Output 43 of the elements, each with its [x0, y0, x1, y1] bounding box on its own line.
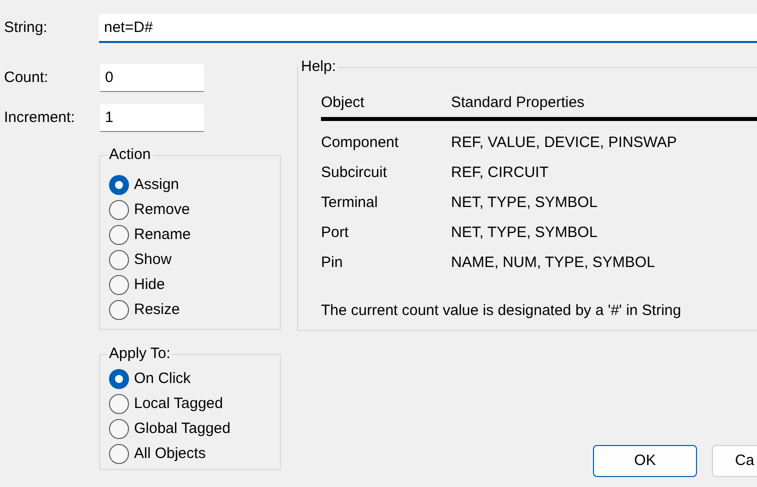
- string-label: String:: [3, 18, 48, 38]
- radio-option[interactable]: Hide: [109, 272, 271, 298]
- cancel-button[interactable]: Ca: [712, 445, 757, 477]
- radio-option[interactable]: Rename: [109, 222, 271, 248]
- table-cell-text: REF, VALUE, DEVICE, PINSWAP: [451, 133, 677, 154]
- radio-button[interactable]: [109, 394, 129, 414]
- ok-button[interactable]: OK: [593, 445, 697, 477]
- radio-option[interactable]: All Objects: [109, 442, 271, 466]
- count-label: Count:: [3, 68, 50, 88]
- radio-button[interactable]: [109, 300, 129, 320]
- radio-option[interactable]: Show: [109, 248, 271, 272]
- radio-option[interactable]: On Click: [109, 366, 271, 392]
- table-cell-text: NAME, NUM, TYPE, SYMBOL: [451, 253, 655, 274]
- table-cell-text: Component: [321, 133, 400, 154]
- string-field[interactable]: net=D#: [99, 14, 757, 43]
- radio-button[interactable]: [109, 250, 129, 270]
- radio-option[interactable]: Resize: [109, 298, 271, 322]
- radio-button[interactable]: [109, 369, 129, 389]
- table-cell-text: Subcircuit: [321, 163, 388, 184]
- table-cell-text: REF, CIRCUIT: [451, 163, 548, 184]
- table-cell-text: Port: [321, 223, 350, 244]
- table-cell-text: Pin: [321, 253, 344, 274]
- radio-button[interactable]: [109, 275, 129, 295]
- radio-option[interactable]: Assign: [109, 172, 271, 198]
- increment-field[interactable]: 1: [100, 104, 204, 132]
- increment-label: Increment:: [3, 108, 76, 128]
- action-group-title: Action: [108, 145, 152, 165]
- radio-button[interactable]: [109, 419, 129, 439]
- radio-button[interactable]: [109, 444, 129, 464]
- count-field[interactable]: 0: [100, 64, 204, 92]
- radio-button[interactable]: [109, 225, 129, 245]
- table-cell-text: NET, TYPE, SYMBOL: [451, 193, 598, 214]
- column-header: Object: [321, 92, 366, 112]
- radio-button[interactable]: [109, 175, 129, 195]
- table-cell-text: NET, TYPE, SYMBOL: [451, 223, 598, 244]
- radio-option[interactable]: Global Tagged: [109, 416, 271, 442]
- radio-option[interactable]: Local Tagged: [109, 392, 271, 416]
- column-header: Standard Properties: [451, 92, 584, 112]
- radio-option[interactable]: Remove: [109, 198, 271, 222]
- table-cell-text: Terminal: [321, 193, 379, 214]
- help-title: Help:: [300, 57, 338, 77]
- help-note: The current count value is designated by a '#' in String: [321, 300, 682, 320]
- radio-button[interactable]: [109, 200, 129, 220]
